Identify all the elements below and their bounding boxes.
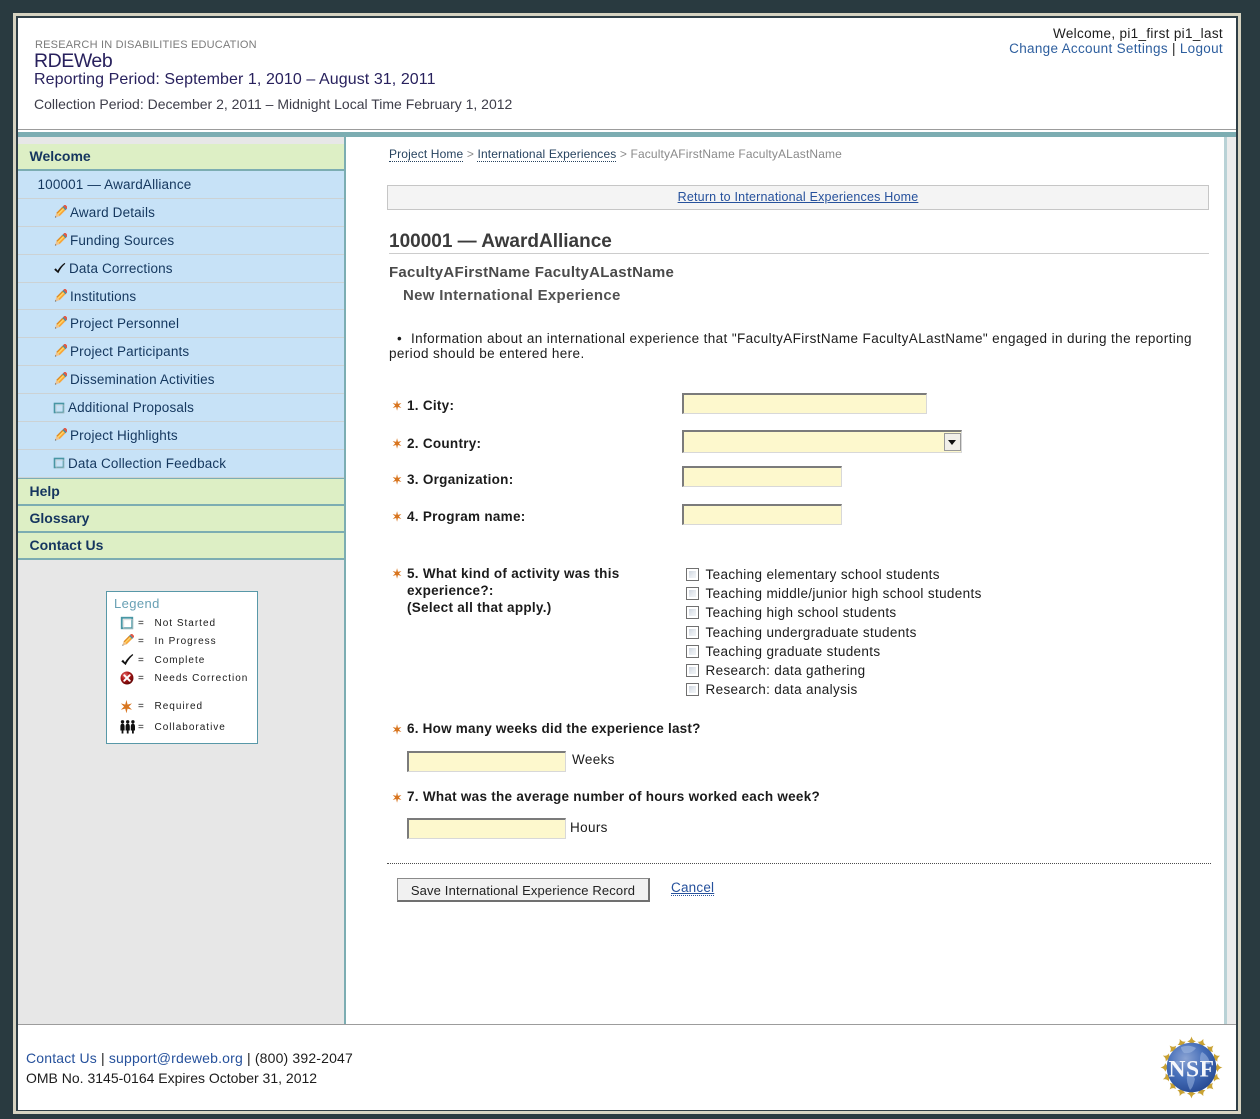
svg-text:NSF: NSF: [1169, 1057, 1215, 1083]
